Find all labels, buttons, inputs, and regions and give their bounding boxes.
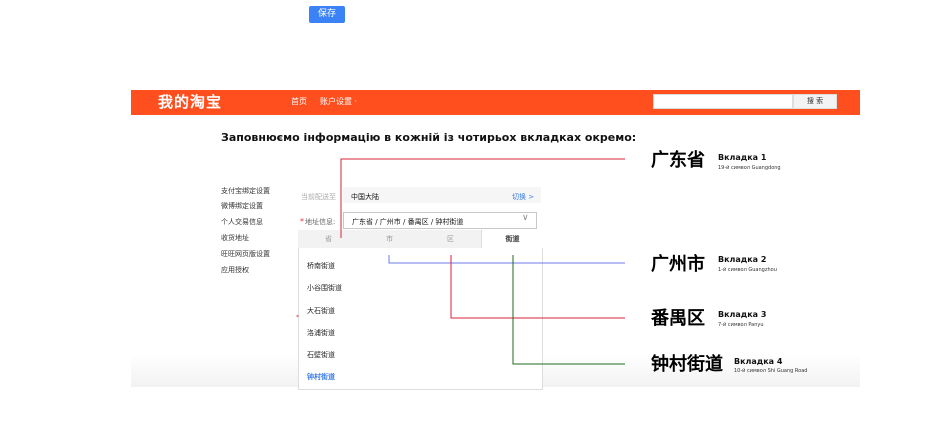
annotation-3-chinese: 番禺区 xyxy=(651,308,705,329)
annotation-2-chinese: 广州市 xyxy=(651,254,705,275)
annotation-2-note: 1-й символ Guangzhou xyxy=(718,267,777,273)
annotation-4-tab: Вкладка 4 xyxy=(734,357,783,366)
annotation-3-tab: Вкладка 3 xyxy=(718,310,767,319)
annotation-3-note: 7-й символ Panyu xyxy=(718,322,764,328)
annotation-1-chinese: 广东省 xyxy=(651,150,705,171)
annotation-2-tab: Вкладка 2 xyxy=(718,255,767,264)
annotation-line-3 xyxy=(450,255,625,319)
annotation-1-note: 19-й символ Guangdong xyxy=(718,165,781,171)
annotation-line-2 xyxy=(388,255,625,264)
annotation-1-tab: Вкладка 1 xyxy=(718,153,767,162)
annotation-line-1 xyxy=(340,158,625,238)
annotation-line-4 xyxy=(512,255,625,365)
annotation-4-chinese: 钟村街道 xyxy=(651,354,723,375)
annotation-4-note: 10-й символ Shi Guang Road xyxy=(734,368,808,374)
